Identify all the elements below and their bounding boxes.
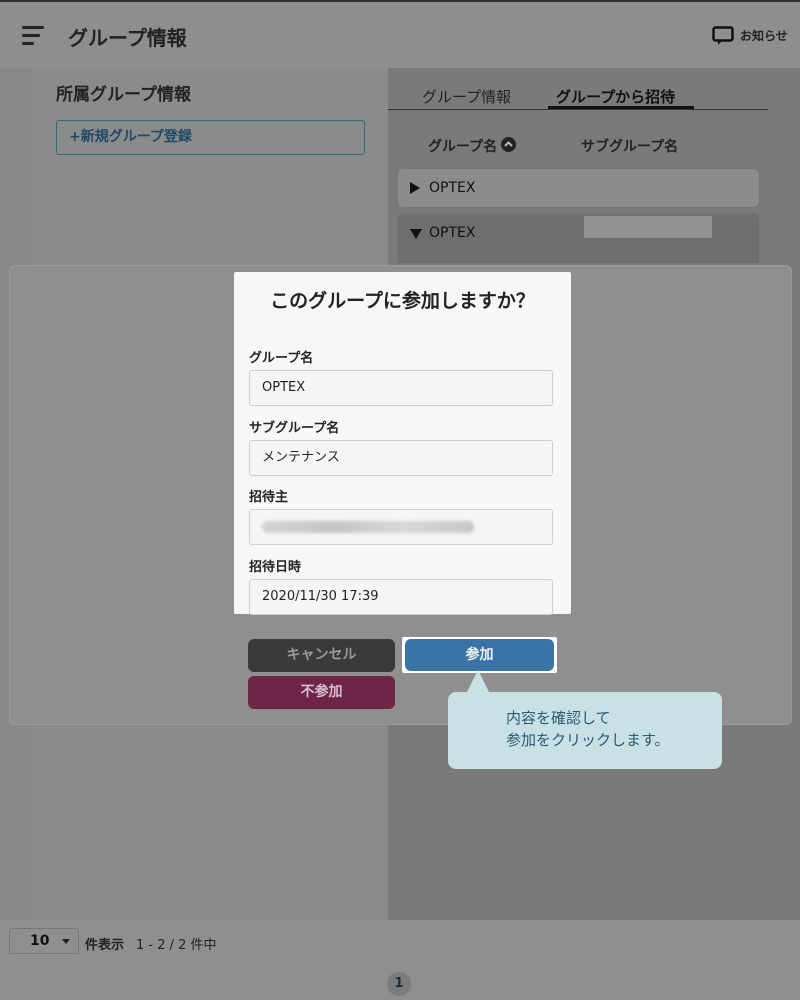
per-page-select[interactable]: 10 bbox=[9, 928, 79, 954]
join-group-dialog: このグループに参加しますか？ グループ名 OPTEX サブグループ名 メンテナン… bbox=[234, 272, 571, 615]
notice-icon[interactable] bbox=[712, 26, 734, 46]
callout-text: 内容を確認して 参加をクリックします。 bbox=[506, 707, 670, 751]
callout-line-1: 内容を確認して bbox=[506, 709, 611, 727]
hamburger-menu-icon[interactable] bbox=[22, 26, 46, 46]
subgroup-name-field: メンテナンス bbox=[249, 440, 553, 476]
caret-down-icon bbox=[410, 229, 422, 239]
row-subgroup-redacted bbox=[584, 216, 712, 238]
tab-group-invite[interactable]: グループから招待 bbox=[556, 86, 675, 107]
dialog-title: このグループに参加しますか？ bbox=[270, 290, 535, 312]
callout-line-2: 参加をクリックします。 bbox=[506, 731, 670, 749]
instruction-callout: 内容を確認して 参加をクリックします。 bbox=[448, 692, 722, 769]
row-group-name: OPTEX bbox=[429, 180, 476, 196]
column-header-group[interactable]: グループ名 bbox=[428, 136, 497, 156]
invite-datetime-field: 2020/11/30 17:39 bbox=[249, 579, 553, 615]
per-page-label: 件表示 bbox=[85, 938, 125, 953]
table-row[interactable]: OPTEX bbox=[397, 168, 760, 208]
group-name-field: OPTEX bbox=[249, 370, 553, 406]
join-button[interactable]: 参加 bbox=[405, 639, 554, 671]
sort-up-icon[interactable] bbox=[501, 137, 516, 152]
page-button-1[interactable]: 1 bbox=[387, 972, 411, 996]
caret-right-icon bbox=[410, 182, 420, 194]
column-header-subgroup[interactable]: サブグループ名 bbox=[581, 136, 678, 156]
row-group-name: OPTEX bbox=[429, 225, 476, 241]
callout-pointer bbox=[466, 670, 490, 694]
tab-divider bbox=[388, 109, 768, 110]
blurred-email bbox=[262, 521, 474, 533]
new-group-button[interactable]: +新規グループ登録 bbox=[56, 120, 365, 155]
decline-button[interactable]: 不参加 bbox=[248, 676, 395, 709]
cancel-button[interactable]: キャンセル bbox=[248, 639, 395, 672]
tab-group-info[interactable]: グループ情報 bbox=[422, 86, 511, 107]
invite-datetime-label: 招待日時 bbox=[249, 560, 302, 575]
subgroup-name-label: サブグループ名 bbox=[249, 421, 340, 436]
inviter-label: 招待主 bbox=[249, 490, 289, 505]
per-page-value: 10 bbox=[30, 933, 50, 949]
notice-label[interactable]: お知らせ bbox=[740, 27, 788, 44]
chevron-down-icon bbox=[62, 939, 70, 944]
left-panel-title: 所属グループ情報 bbox=[56, 85, 191, 105]
inviter-field bbox=[249, 509, 553, 545]
range-label: 1 - 2 / 2 件中 bbox=[136, 938, 217, 953]
group-name-label: グループ名 bbox=[249, 351, 314, 366]
page-title: グループ情報 bbox=[68, 26, 187, 50]
